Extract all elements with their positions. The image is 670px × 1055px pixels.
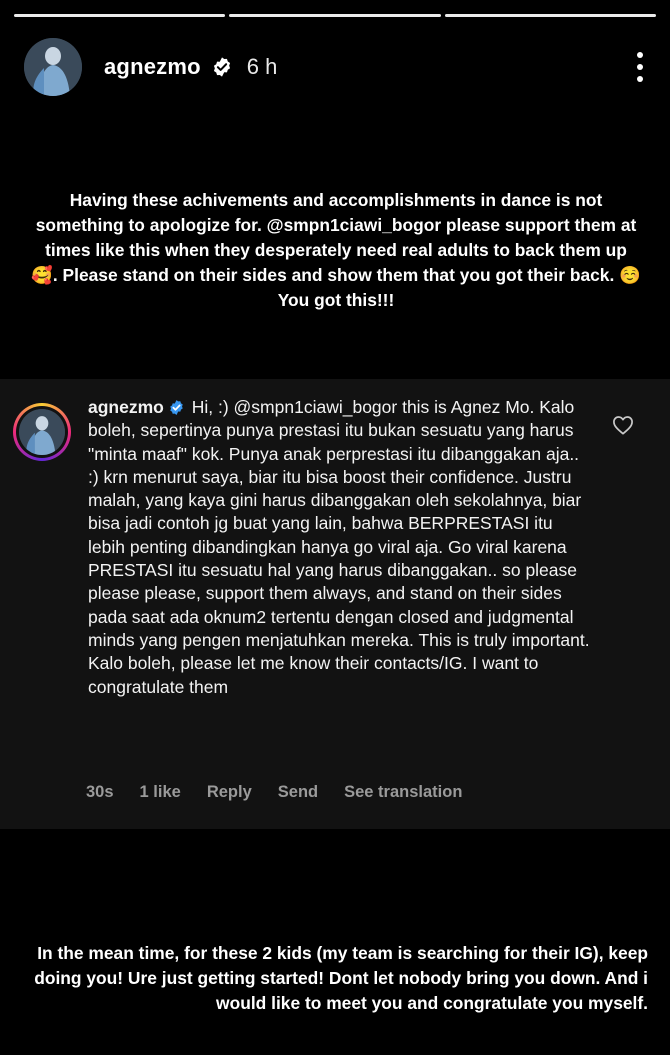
story-header: agnezmo 6 h xyxy=(24,34,650,100)
story-time: 6 h xyxy=(246,54,278,79)
story-caption-bottom: In the mean time, for these 2 kids (my t… xyxy=(34,943,648,1013)
more-vertical-icon[interactable] xyxy=(630,47,650,87)
verified-badge-icon xyxy=(168,399,185,416)
story-username[interactable]: agnezmo xyxy=(104,54,201,80)
reply-button[interactable]: Reply xyxy=(207,783,252,802)
comment-username[interactable]: agnezmo xyxy=(88,397,164,417)
progress-segment xyxy=(444,14,656,17)
comment-actions: 30s 1 like Reply Send See translation xyxy=(86,783,488,802)
verified-badge-icon xyxy=(211,56,233,78)
comment-body: agnezmo Hi, :) @smpn1ciawi_bogor this is… xyxy=(88,396,593,699)
see-translation-button[interactable]: See translation xyxy=(344,783,462,802)
comment-time: 30s xyxy=(86,783,114,801)
comment-avatar xyxy=(19,409,65,455)
progress-segment xyxy=(14,14,226,17)
story-progress-bar xyxy=(14,14,656,17)
avatar[interactable] xyxy=(24,38,82,96)
comment-like-count[interactable]: 1 like xyxy=(140,783,181,802)
progress-segment xyxy=(229,14,441,17)
comment-card: agnezmo Hi, :) @smpn1ciawi_bogor this is… xyxy=(0,379,670,829)
comment-avatar-ring[interactable] xyxy=(13,403,71,461)
story-caption-top: Having these achivements and accomplishm… xyxy=(31,190,641,310)
comment-text: Hi, :) @smpn1ciawi_bogor this is Agnez M… xyxy=(88,397,590,697)
heart-outline-icon[interactable] xyxy=(612,415,634,435)
send-button[interactable]: Send xyxy=(278,783,318,802)
